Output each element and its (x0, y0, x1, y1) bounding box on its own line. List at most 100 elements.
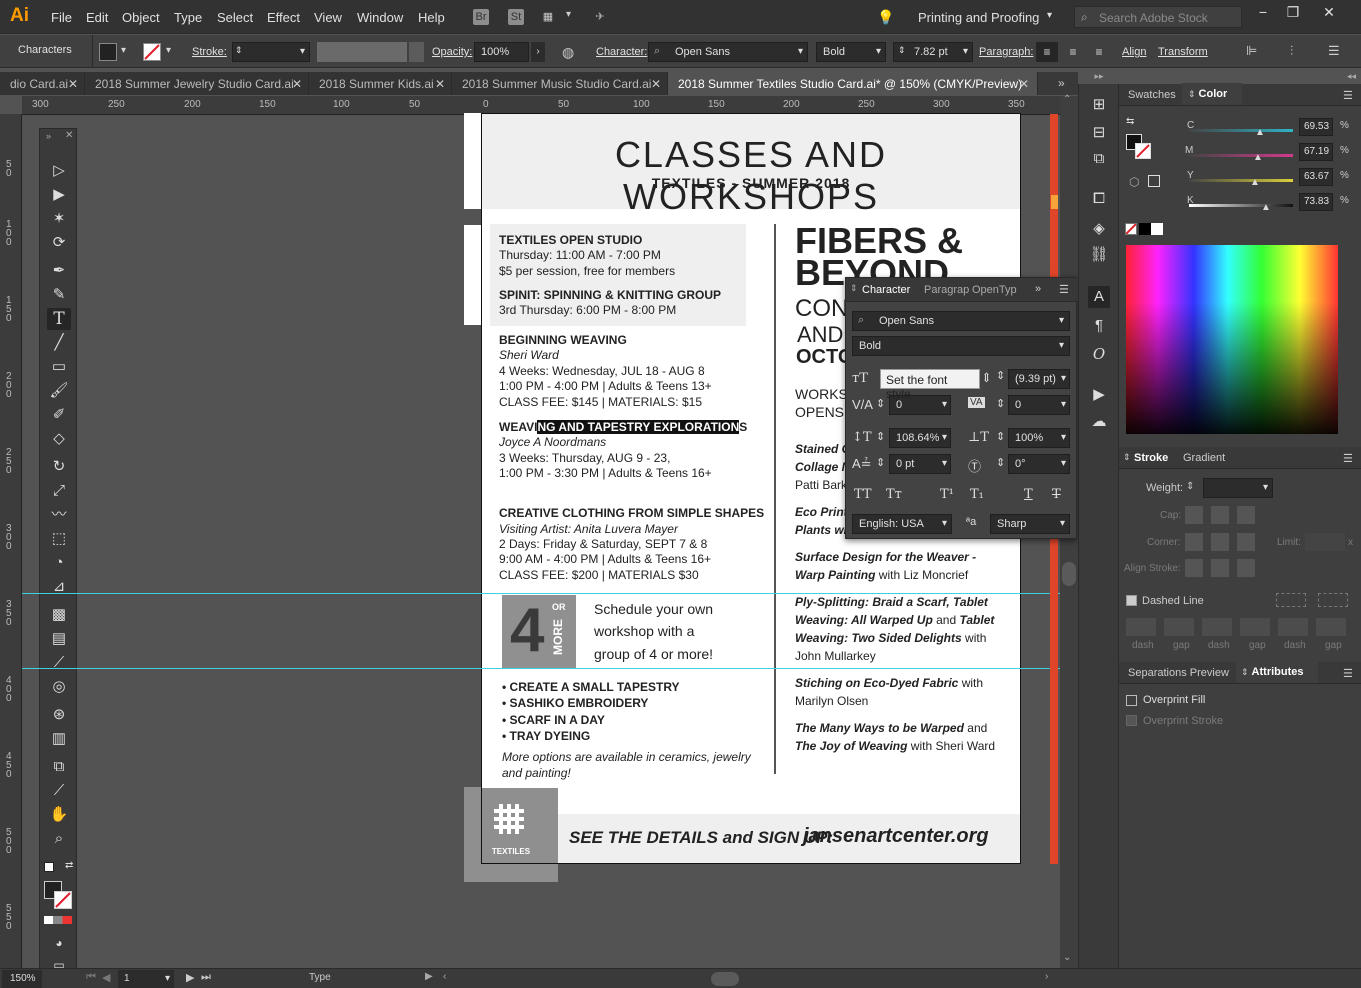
stepper-icon[interactable]: ⇕ (996, 430, 1005, 443)
overprint-stroke-checkbox[interactable] (1126, 715, 1137, 726)
cyan-slider-track[interactable] (1189, 129, 1293, 132)
menu-icon[interactable]: ☰ (1343, 89, 1353, 102)
tab-document-1[interactable]: dio Card.ai ✕ (0, 72, 85, 95)
shape-builder-tool-icon[interactable]: ◔ (47, 552, 71, 574)
chevron-down-icon[interactable]: ▾ (566, 9, 571, 20)
stock-icon[interactable]: St (508, 9, 524, 25)
dash-gap-fields[interactable] (1126, 618, 1354, 636)
none-swatch[interactable] (1125, 223, 1137, 235)
character-rotation-field[interactable]: 0° ▾ (1008, 454, 1070, 474)
character-label[interactable]: Character: (596, 46, 647, 58)
cap-buttons[interactable] (1185, 506, 1261, 524)
anti-aliasing-select[interactable]: Sharp ▾ (990, 514, 1070, 534)
stepper-icon[interactable]: ⇕ (1186, 481, 1194, 492)
stepper-icon[interactable]: ⇕ (876, 430, 885, 443)
yellow-slider-track[interactable] (1189, 179, 1293, 182)
cyan-slider-thumb[interactable]: ▲ (1255, 127, 1265, 138)
artboard-navigator[interactable]: 1 ▾ (118, 970, 174, 988)
menu-icon[interactable]: ☰ (1343, 452, 1353, 465)
superscript-icon[interactable]: T¹ (940, 487, 954, 502)
tab-separations-preview[interactable]: Separations Preview (1128, 667, 1229, 679)
align-options-icon[interactable]: ⫶ (1290, 43, 1293, 59)
fill-swatch[interactable] (99, 43, 117, 61)
dash-align-ends-icon[interactable] (1318, 593, 1348, 607)
last-artboard-icon[interactable]: ⏭ (201, 971, 211, 984)
font-style-field[interactable]: Bold ▾ (816, 42, 886, 62)
scale-tool-icon[interactable]: ⤢ (47, 480, 71, 502)
restore-button[interactable]: ❐ (1278, 2, 1308, 22)
horizontal-scale-field[interactable]: 100% ▾ (1008, 428, 1070, 448)
perspective-grid-tool-icon[interactable]: ⊿ (47, 576, 71, 598)
hand-tool-icon[interactable]: ✋ (47, 804, 71, 826)
eyedropper-tool-icon[interactable]: ⟋ (47, 652, 71, 674)
scroll-down-icon[interactable]: ⌄ (1063, 952, 1071, 963)
menu-view[interactable]: View (314, 10, 342, 25)
align-left-icon[interactable]: ≡ (1036, 42, 1058, 62)
artboard-tool-icon[interactable]: ⧉ (47, 756, 71, 778)
tab-color-wrap[interactable]: ⇕ Color (1182, 83, 1242, 105)
stepper-icon[interactable]: ⇕ (876, 456, 885, 469)
stroke-swatch[interactable] (143, 43, 161, 61)
next-artboard-icon[interactable]: ▶ (186, 971, 194, 984)
menu-object[interactable]: Object (122, 10, 160, 25)
yellow-value-field[interactable]: 63.67 (1299, 168, 1333, 186)
close-icon[interactable]: ✕ (435, 77, 445, 91)
actions-panel-icon[interactable]: ▶ (1088, 384, 1110, 406)
menu-effect[interactable]: Effect (267, 10, 300, 25)
dash-align-corners-icon[interactable] (1276, 593, 1306, 607)
opentype-panel-icon[interactable]: O (1088, 343, 1110, 365)
prev-artboard-icon[interactable]: ◀ (102, 971, 110, 984)
corner-buttons[interactable] (1185, 533, 1261, 551)
symbol-sprayer-tool-icon[interactable]: ⊛ (47, 704, 71, 726)
menu-file[interactable]: File (51, 10, 72, 25)
tab-document-active[interactable]: 2018 Summer Textiles Studio Card.ai* @ 1… (668, 72, 1038, 95)
font-style-field[interactable]: Bold ▾ (852, 336, 1070, 356)
warp-tool-icon[interactable]: 〰 (47, 504, 71, 526)
align-center-icon[interactable]: ≡ (1062, 42, 1084, 62)
font-family-field[interactable]: ⌕ Open Sans ▾ (852, 311, 1070, 331)
out-of-gamut-icon[interactable]: ⬡ (1129, 175, 1139, 189)
menu-icon[interactable]: ☰ (1343, 667, 1353, 680)
magenta-slider-track[interactable] (1189, 154, 1293, 157)
stroke-weight-field[interactable]: ⇕ ▾ (232, 42, 310, 62)
weight-field[interactable]: ▾ (1203, 478, 1273, 498)
chevron-down-icon[interactable]: ▾ (166, 45, 171, 56)
libraries-panel-icon[interactable]: ☁ (1088, 411, 1110, 433)
blend-tool-icon[interactable]: ◎ (47, 676, 71, 698)
chevron-right-icon[interactable]: › (531, 42, 545, 62)
close-icon[interactable]: ✕ (65, 130, 73, 141)
menu-icon[interactable]: ☰ (1328, 43, 1340, 59)
white-swatch[interactable] (1151, 223, 1163, 235)
minimize-button[interactable]: − (1248, 2, 1278, 22)
expand-icon[interactable]: » (46, 131, 51, 141)
tab-gradient[interactable]: Gradient (1183, 452, 1225, 464)
pathfinder-panel-icon[interactable]: ⧉ (1088, 148, 1110, 170)
close-window-button[interactable]: ✕ (1314, 2, 1344, 22)
align-link[interactable]: Align (1122, 46, 1146, 58)
font-size-field[interactable]: ⇕ 7.82 pt ▾ (893, 42, 973, 62)
stepper-icon[interactable]: ⇕ (996, 397, 1005, 410)
type-tool-icon[interactable]: T (47, 308, 71, 330)
stepper-icon[interactable]: ⇕ (996, 369, 1005, 382)
menu-edit[interactable]: Edit (86, 10, 108, 25)
close-icon[interactable]: ✕ (651, 77, 661, 91)
recolor-artwork-icon[interactable]: ◍ (562, 44, 574, 61)
workspace-switcher[interactable]: Printing and Proofing ▾ (910, 6, 1058, 28)
shaper-tool-icon[interactable]: ✐ (47, 404, 71, 426)
overprint-fill-checkbox[interactable] (1126, 695, 1137, 706)
first-artboard-icon[interactable]: ⏮ (86, 971, 96, 984)
swap-colors-icon[interactable]: ⇄ (65, 860, 73, 871)
tab-document-4[interactable]: 2018 Summer Music Studio Card.ai ✕ (452, 72, 668, 95)
artboards-panel-icon[interactable]: ⊞ (1088, 94, 1110, 116)
tab-stroke[interactable]: Stroke (1134, 452, 1168, 464)
status-menu-icon[interactable]: ▶ (425, 971, 433, 982)
vertical-scale-field[interactable]: 108.64% ▾ (889, 428, 951, 448)
dashed-line-checkbox[interactable] (1126, 595, 1137, 606)
stroke-color-swatch[interactable] (1135, 143, 1151, 159)
tab-character[interactable]: Character (862, 284, 910, 296)
magenta-value-field[interactable]: 67.19 (1299, 143, 1333, 161)
cyan-value-field[interactable]: 69.53 (1299, 118, 1333, 136)
strikethrough-icon[interactable]: T (1052, 487, 1061, 502)
scroll-left-icon[interactable]: ‹ (443, 971, 446, 982)
graph-tool-icon[interactable]: ▥ (47, 728, 71, 750)
